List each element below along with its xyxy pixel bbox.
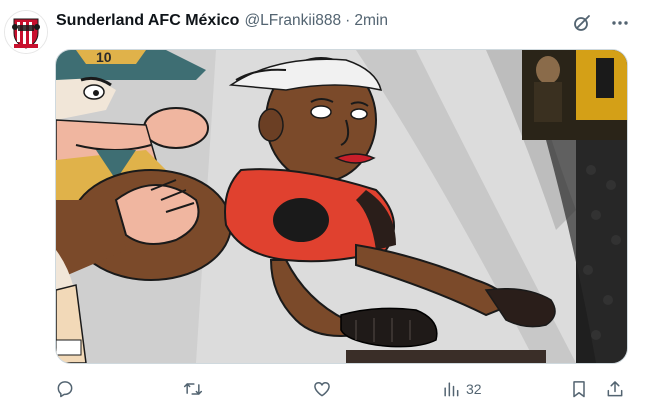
tweet-header: Sunderland AFC México @LFrankii888 · 2mi…	[56, 10, 388, 32]
club-crest-icon	[5, 11, 47, 53]
grok-icon[interactable]	[571, 12, 593, 34]
views-button[interactable]: 32	[441, 376, 482, 402]
bookmark-icon	[573, 381, 585, 398]
display-name[interactable]: Sunderland AFC México	[56, 12, 239, 30]
tweet-media-image[interactable]: 10	[55, 49, 628, 364]
retweet-button[interactable]	[183, 376, 208, 402]
like-icon	[314, 382, 330, 397]
timestamp[interactable]: 2min	[354, 12, 388, 30]
share-button[interactable]	[605, 376, 625, 402]
separator-dot: ·	[345, 12, 351, 29]
like-button[interactable]	[312, 376, 337, 402]
reply-button[interactable]	[55, 376, 80, 402]
banner-illustration: 10	[56, 50, 627, 363]
reply-icon	[57, 381, 73, 398]
share-icon	[607, 381, 623, 397]
bookmark-button[interactable]	[569, 376, 589, 402]
tweet-action-bar: 32	[55, 376, 630, 402]
avatar[interactable]	[4, 10, 48, 54]
retweet-icon	[183, 383, 203, 395]
banner-number: 10	[96, 50, 112, 65]
more-options-icon[interactable]	[609, 12, 631, 34]
tweet-card[interactable]: Sunderland AFC México @LFrankii888 · 2mi…	[0, 0, 659, 411]
views-icon	[444, 382, 459, 397]
user-handle[interactable]: @LFrankii888	[244, 12, 341, 30]
views-count: 32	[466, 381, 482, 397]
tweet-top-actions	[571, 12, 631, 34]
